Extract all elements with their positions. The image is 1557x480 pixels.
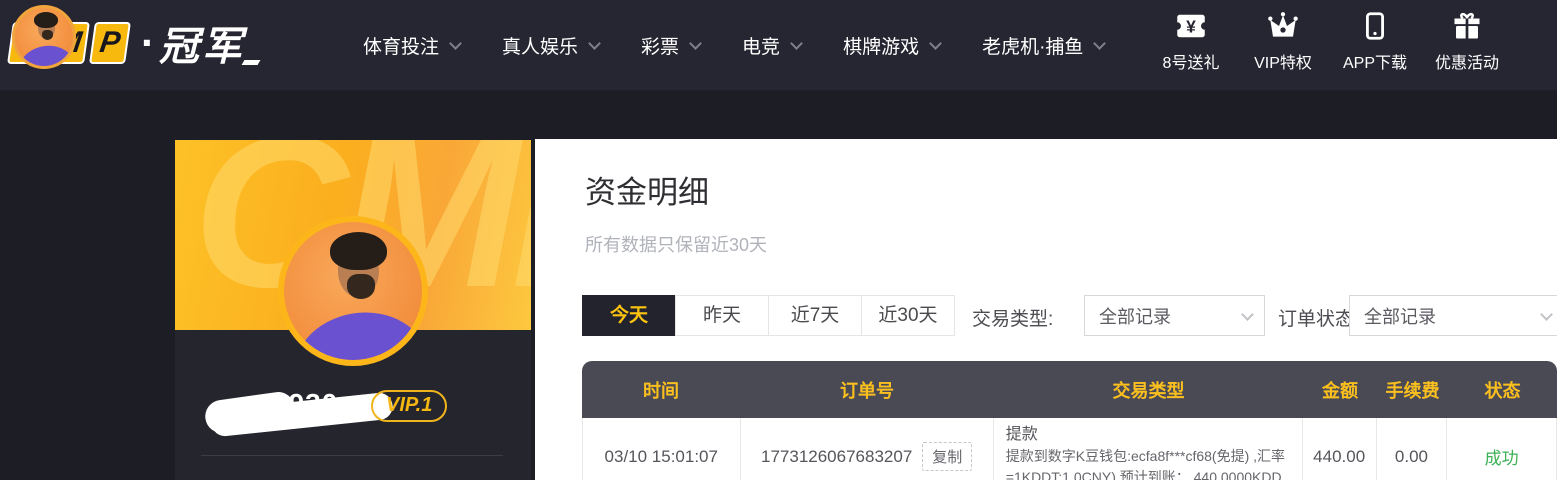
nav-item-label: 彩票 bbox=[641, 32, 679, 59]
cell-order-id: 1773126067683207 复制 bbox=[741, 418, 994, 480]
user-avatar[interactable] bbox=[12, 5, 76, 69]
chevron-down-icon bbox=[929, 37, 942, 50]
tab-last-30-days[interactable]: 近30天 bbox=[861, 295, 955, 336]
tab-last-7-days[interactable]: 近7天 bbox=[768, 295, 862, 336]
funds-detail-panel: 资金明细 所有数据只保留近30天 今天 昨天 近7天 近30天 交易类型: 全部… bbox=[535, 139, 1557, 480]
nav-item-label: 电竞 bbox=[742, 32, 780, 59]
selected-value: 全部记录 bbox=[1364, 303, 1436, 329]
transactions-table: 时间 订单号 交易类型 金额 手续费 状态 03/10 15:01:07 177… bbox=[582, 361, 1557, 480]
avatar-hair bbox=[330, 232, 388, 271]
util-promotions[interactable]: 优惠活动 bbox=[1421, 10, 1513, 73]
col-header-status: 状态 bbox=[1448, 361, 1557, 418]
order-id-text: 1773126067683207 bbox=[761, 447, 912, 467]
tab-yesterday[interactable]: 昨天 bbox=[675, 295, 769, 336]
util-label: VIP特权 bbox=[1254, 49, 1312, 73]
transaction-type-label: 交易类型: bbox=[972, 304, 1053, 331]
chevron-down-icon bbox=[1241, 308, 1254, 321]
nav-item-label: 真人娱乐 bbox=[502, 32, 578, 59]
svg-text:¥: ¥ bbox=[1186, 16, 1196, 36]
col-header-amount: 金额 bbox=[1303, 361, 1377, 418]
col-header-type: 交易类型 bbox=[994, 361, 1303, 418]
chevron-down-icon bbox=[689, 37, 702, 50]
page-subtitle: 所有数据只保留近30天 bbox=[585, 231, 767, 257]
avatar-beard bbox=[347, 274, 375, 299]
chevron-down-icon bbox=[1094, 37, 1107, 50]
transaction-type-select[interactable]: 全部记录 bbox=[1084, 295, 1265, 336]
nav-item-sports[interactable]: 体育投注 bbox=[363, 32, 460, 59]
util-label: 8号送礼 bbox=[1163, 49, 1220, 73]
logo-brand-text: 冠军 bbox=[159, 14, 245, 72]
copy-button[interactable]: 复制 bbox=[922, 442, 972, 471]
avatar-beard bbox=[42, 30, 54, 40]
avatar-hair bbox=[34, 12, 58, 28]
gift-icon bbox=[1452, 10, 1482, 42]
sidebar-divider bbox=[201, 455, 503, 456]
phone-icon bbox=[1361, 10, 1389, 42]
coupon-yen-icon: ¥ bbox=[1176, 10, 1206, 42]
nav-item-label: 体育投注 bbox=[363, 32, 439, 59]
crown-icon bbox=[1267, 10, 1299, 42]
logo-letter-box: P bbox=[89, 22, 131, 64]
cell-time: 03/10 15:01:07 bbox=[583, 418, 741, 480]
vip-badge: VIP.1 bbox=[371, 390, 447, 422]
util-vip-privileges[interactable]: VIP特权 bbox=[1237, 10, 1329, 73]
order-status-select[interactable]: 全部记录 bbox=[1349, 295, 1557, 336]
date-range-tabs: 今天 昨天 近7天 近30天 bbox=[582, 295, 955, 336]
nav-item-esports[interactable]: 电竞 bbox=[742, 32, 801, 59]
top-navbar: C M P · 冠军 体育投注 真人娱乐 彩票 电竞 棋牌游戏 老虎机·捕鱼 bbox=[0, 0, 1557, 90]
util-label: APP下载 bbox=[1343, 49, 1407, 73]
type-detail: 提款到数字K豆钱包:ecfa8f***cf68(免提) ,汇率=1KDDT:1.… bbox=[1006, 446, 1290, 480]
logo-dot: · bbox=[141, 23, 155, 63]
navbar-utilities: ¥ 8号送礼 VIP特权 APP下载 bbox=[1145, 10, 1513, 73]
chevron-down-icon bbox=[790, 37, 803, 50]
col-header-order-id: 订单号 bbox=[740, 361, 994, 418]
nav-item-slots-fishing[interactable]: 老虎机·捕鱼 bbox=[982, 32, 1104, 59]
util-label: 优惠活动 bbox=[1435, 49, 1499, 73]
cell-type: 提款 提款到数字K豆钱包:ecfa8f***cf68(免提) ,汇率=1KDDT… bbox=[994, 418, 1303, 480]
util-gift-day8[interactable]: ¥ 8号送礼 bbox=[1145, 10, 1237, 73]
table-row: 03/10 15:01:07 1773126067683207 复制 提款 提款… bbox=[582, 418, 1557, 480]
cell-fee: 0.00 bbox=[1377, 418, 1448, 480]
nav-item-card-games[interactable]: 棋牌游戏 bbox=[843, 32, 940, 59]
profile-sidebar: CMP 0930 VIP.1 bbox=[175, 140, 531, 480]
avatar-jersey bbox=[15, 42, 76, 69]
chevron-down-icon bbox=[449, 37, 462, 50]
nav-item-lottery[interactable]: 彩票 bbox=[641, 32, 700, 59]
page-title: 资金明细 bbox=[585, 167, 709, 212]
user-identity-row: 0930 VIP.1 bbox=[175, 388, 531, 438]
avatar-jersey bbox=[284, 303, 428, 366]
type-title: 提款 bbox=[1006, 424, 1038, 446]
cell-status: 成功 bbox=[1447, 418, 1556, 480]
chevron-down-icon bbox=[588, 37, 601, 50]
col-header-fee: 手续费 bbox=[1377, 361, 1448, 418]
nav-item-label: 老虎机·捕鱼 bbox=[982, 32, 1083, 59]
main-menu: 体育投注 真人娱乐 彩票 电竞 棋牌游戏 老虎机·捕鱼 bbox=[363, 0, 1104, 90]
chevron-down-icon bbox=[1540, 308, 1553, 321]
nav-item-live-casino[interactable]: 真人娱乐 bbox=[502, 32, 599, 59]
table-header-row: 时间 订单号 交易类型 金额 手续费 状态 bbox=[582, 361, 1557, 418]
profile-avatar[interactable] bbox=[278, 216, 428, 366]
order-status-label: 订单状态: bbox=[1278, 304, 1359, 331]
tab-today[interactable]: 今天 bbox=[582, 295, 676, 336]
logo-dash bbox=[242, 60, 261, 65]
selected-value: 全部记录 bbox=[1099, 303, 1171, 329]
util-app-download[interactable]: APP下载 bbox=[1329, 10, 1421, 73]
col-header-time: 时间 bbox=[582, 361, 740, 418]
nav-item-label: 棋牌游戏 bbox=[843, 32, 919, 59]
cell-amount: 440.00 bbox=[1303, 418, 1377, 480]
